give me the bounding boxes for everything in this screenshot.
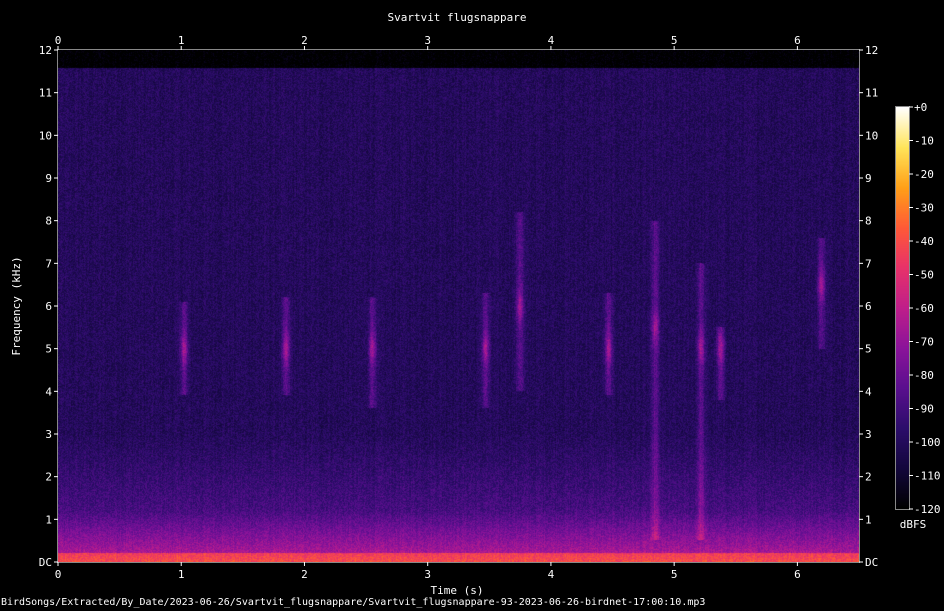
x-tick-label: 1 <box>178 34 185 47</box>
y-tick-label: 2 <box>45 471 52 484</box>
y-tick-label: 11 <box>39 87 52 100</box>
colorbar-tick-label: -60 <box>914 302 934 315</box>
spectrogram-image <box>58 50 859 562</box>
y-tick-label: 12 <box>865 44 878 57</box>
colorbar-tick-label: +0 <box>914 101 927 114</box>
x-tick-label: 5 <box>671 568 678 581</box>
spectrogram-chart: Svartvit flugsnappare 0123456 0123456 DC… <box>10 11 941 596</box>
colorbar-tick-label: -70 <box>914 336 934 349</box>
y-tick-label: 4 <box>865 385 872 398</box>
y-tick-label: 10 <box>39 129 52 142</box>
y-tick-label: 7 <box>865 257 872 270</box>
colorbar <box>896 107 909 509</box>
y-tick-label: 8 <box>45 215 52 228</box>
x-tick-label: 2 <box>301 568 308 581</box>
y-tick-label: 12 <box>39 44 52 57</box>
x-tick-label: 6 <box>794 568 801 581</box>
colorbar-tick-label: -110 <box>914 470 941 483</box>
x-tick-label: 1 <box>178 568 185 581</box>
x-tick-label: 4 <box>548 34 555 47</box>
y-tick-label: 3 <box>45 428 52 441</box>
colorbar-tick-label: -120 <box>914 503 941 516</box>
colorbar-label: dBFS <box>900 518 927 531</box>
y-tick-label: 9 <box>45 172 52 185</box>
y-tick-label: 4 <box>45 385 52 398</box>
colorbar-tick-label: -30 <box>914 202 934 215</box>
colorbar-tick-label: -20 <box>914 168 934 181</box>
file-path-footer: BirdSongs/Extracted/By_Date/2023-06-26/S… <box>1 597 706 608</box>
y-axis-label: Frequency (kHz) <box>10 256 23 355</box>
x-tick-label: 2 <box>301 34 308 47</box>
colorbar-tick-label: -80 <box>914 369 934 382</box>
colorbar-tick-label: -100 <box>914 436 941 449</box>
x-tick-label: 6 <box>794 34 801 47</box>
x-tick-label: 3 <box>424 568 431 581</box>
colorbar-tick-label: -10 <box>914 135 934 148</box>
y-tick-label: 6 <box>865 300 872 313</box>
x-tick-label: 3 <box>424 34 431 47</box>
colorbar-tick-label: -50 <box>914 269 934 282</box>
y-axis-left: DC123456789101112 <box>39 44 58 569</box>
y-tick-label: 11 <box>865 87 878 100</box>
x-axis-bottom: 0 1 2 3 4 5 6 <box>55 562 801 581</box>
x-tick-label: 5 <box>671 34 678 47</box>
x-tick-label: 4 <box>548 568 555 581</box>
y-tick-label: DC <box>865 556 878 569</box>
x-axis-label: Time (s) <box>431 584 484 596</box>
y-tick-label: 9 <box>865 172 872 185</box>
y-tick-label: 6 <box>45 300 52 313</box>
x-axis-top: 0 1 2 3 4 5 6 <box>55 34 801 50</box>
x-tick-label: 0 <box>55 34 62 47</box>
y-axis-right: DC123456789101112 <box>859 44 878 569</box>
y-tick-label: 1 <box>865 513 872 526</box>
y-tick-label: 7 <box>45 257 52 270</box>
y-tick-label: 5 <box>45 343 52 356</box>
y-tick-label: 3 <box>865 428 872 441</box>
colorbar-tick-label: -40 <box>914 235 934 248</box>
y-tick-label: DC <box>39 556 52 569</box>
x-tick-label: 0 <box>55 568 62 581</box>
colorbar-ticks: +0 -10 -20 -30 -40 -50 -60 -70 -80 -90 -100 -110 -12… <box>909 101 941 516</box>
colorbar-tick-label: -90 <box>914 403 934 416</box>
chart-title: Svartvit flugsnappare <box>387 11 526 24</box>
y-tick-label: 2 <box>865 471 872 484</box>
y-tick-label: 5 <box>865 343 872 356</box>
y-tick-label: 10 <box>865 129 878 142</box>
y-tick-label: 1 <box>45 513 52 526</box>
y-tick-label: 8 <box>865 215 872 228</box>
